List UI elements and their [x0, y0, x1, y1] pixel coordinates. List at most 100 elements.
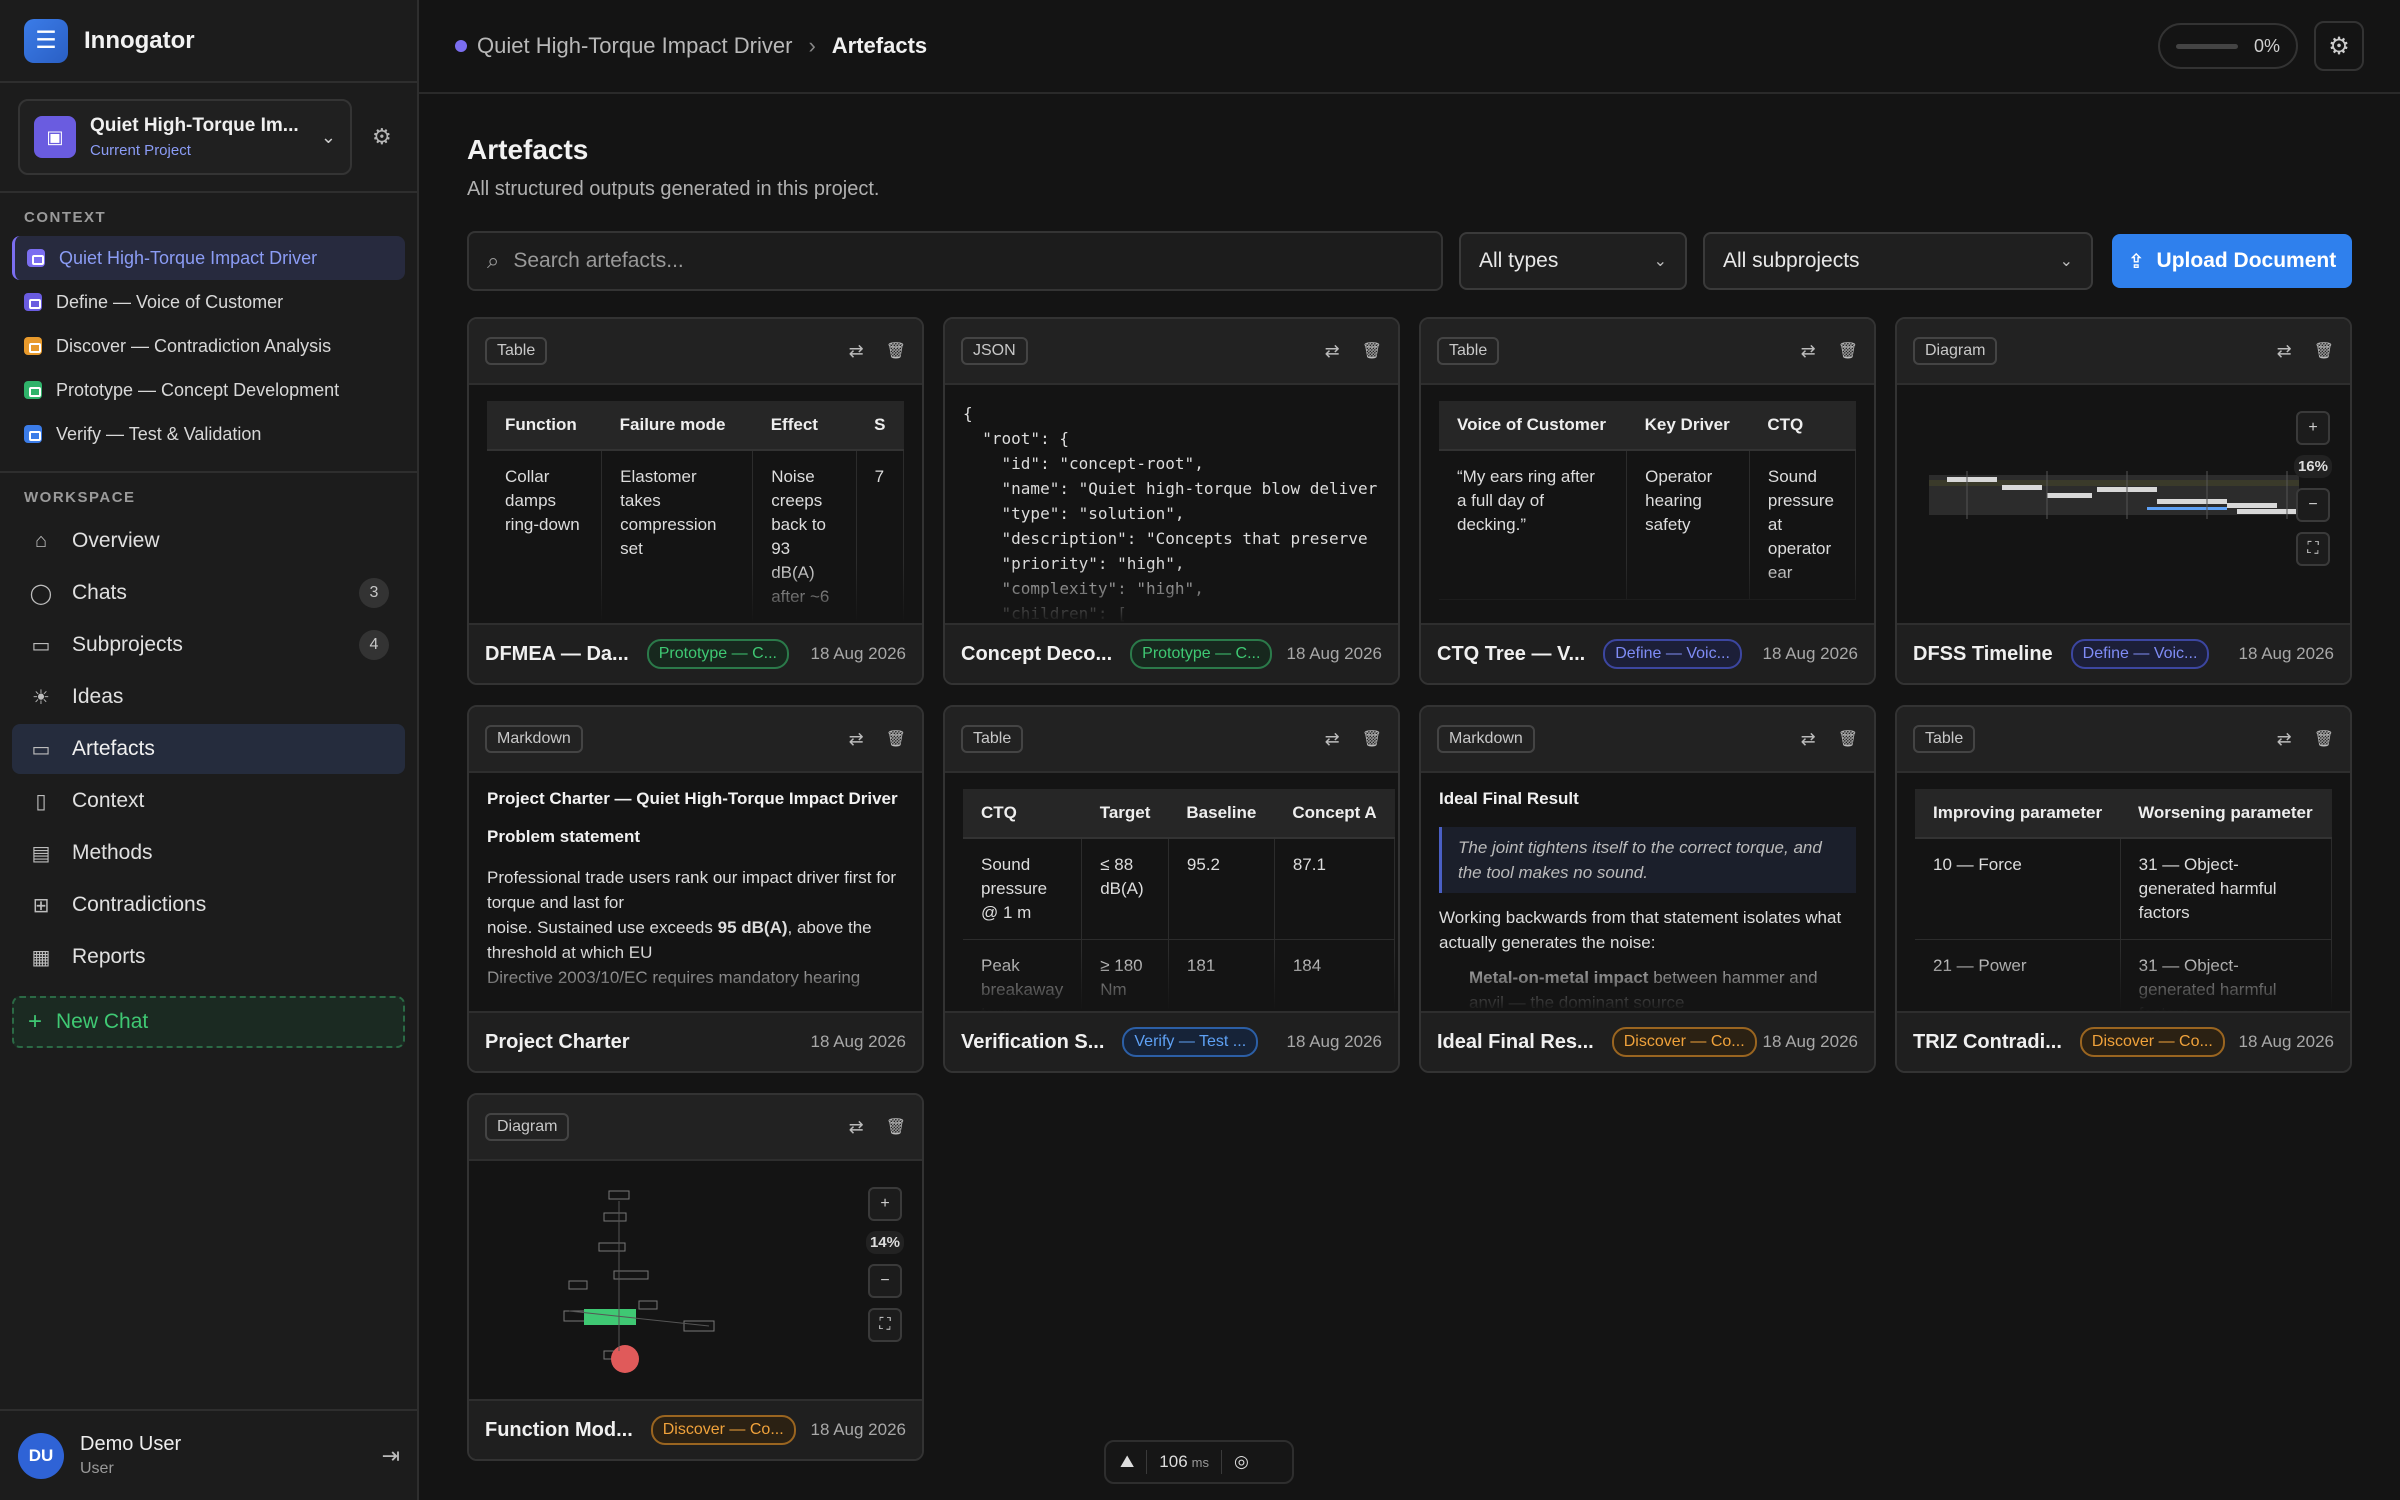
table-cell: 10 — Force	[1915, 838, 2121, 940]
context-item[interactable]: Prototype — Concept Development	[12, 368, 405, 412]
trash-icon[interactable]: 🗑	[1838, 341, 1858, 362]
new-chat-button[interactable]: + New Chat	[12, 996, 405, 1048]
swap-icon[interactable]: ⇄	[2277, 729, 2292, 750]
artefact-card[interactable]: Table ⇄ 🗑 Voice of Customer Key Driver CTQ “My…	[1419, 317, 1876, 685]
swap-icon[interactable]: ⇄	[849, 1117, 864, 1138]
topbar: Quiet High-Torque Impact Driver › Artefa…	[419, 0, 2400, 94]
context-item-label: Prototype — Concept Development	[56, 379, 340, 400]
search-input[interactable]	[513, 249, 1423, 273]
user-panel: DU Demo User User ⇥	[0, 1409, 418, 1500]
avatar[interactable]: DU	[18, 1432, 64, 1479]
swap-icon[interactable]: ⇄	[1325, 729, 1340, 750]
swap-icon[interactable]: ⇄	[1801, 729, 1816, 750]
diagram-shape	[1947, 477, 1997, 482]
context-item[interactable]: Verify — Test & Validation	[12, 412, 405, 456]
swap-icon[interactable]: ⇄	[1801, 341, 1816, 362]
sidebar-item-artefacts[interactable]: ▭ Artefacts	[12, 724, 405, 774]
fit-view-button[interactable]: ⛶	[2295, 532, 2330, 566]
trash-icon[interactable]: 🗑	[886, 341, 906, 362]
upload-icon: ⇪	[2127, 250, 2145, 273]
card-actions: ⇄ 🗑	[1325, 341, 1382, 362]
swap-icon[interactable]: ⇄	[1325, 341, 1340, 362]
sidebar-item-chats[interactable]: ◯ Chats 3	[12, 568, 405, 618]
subproject-chip: Define — Voic...	[1603, 639, 1742, 669]
card-preview: CTQ Target Baseline Concept A Sound pressure…	[945, 773, 1398, 1011]
user-role: User	[80, 1460, 114, 1477]
progress-indicator: 0%	[2158, 23, 2298, 69]
trash-icon[interactable]: 🗑	[886, 729, 906, 750]
card-actions: ⇄ 🗑	[1325, 729, 1382, 750]
swap-icon[interactable]: ⇄	[849, 729, 864, 750]
card-header: Diagram ⇄ 🗑	[469, 1095, 922, 1161]
card-actions: ⇄ 🗑	[849, 729, 906, 750]
artefact-card[interactable]: Markdown ⇄ 🗑 Project Charter — Quiet High-T…	[467, 705, 924, 1073]
fit-view-button[interactable]: ⛶	[867, 1308, 902, 1342]
sidebar-item-label: Methods	[72, 841, 153, 864]
trash-icon[interactable]: 🗑	[886, 1117, 906, 1138]
framework-logo-icon[interactable]: ⛰	[1120, 1452, 1134, 1472]
breadcrumb-project[interactable]: Quiet High-Torque Impact Driver	[477, 33, 792, 59]
subproject-select[interactable]: All subprojects ⌄	[1703, 232, 2093, 290]
swap-icon[interactable]: ⇄	[2277, 341, 2292, 362]
card-preview: { "root": { "id": "concept-root", "name"…	[945, 385, 1398, 623]
diagram-thumbnail	[1929, 471, 2299, 519]
artefact-grid: Table ⇄ 🗑 Function Failure mode Effect S Collar…	[467, 317, 2352, 1461]
type-select[interactable]: All types ⌄	[1459, 232, 1687, 290]
artefact-card[interactable]: Table ⇄ 🗑 Function Failure mode Effect S Collar…	[467, 317, 924, 685]
sidebar-item-ideas[interactable]: ☀ Ideas	[12, 672, 405, 722]
project-switcher-area: ▣ Quiet High-Torque Im... Current Projec…	[0, 83, 417, 193]
card-header: Table ⇄ 🗑	[469, 319, 922, 385]
zoom-out-button[interactable]: −	[2295, 488, 2330, 522]
zoom-in-button[interactable]: +	[2295, 411, 2330, 445]
trash-icon[interactable]: 🗑	[1838, 729, 1858, 750]
table-header: Concept A	[1274, 789, 1395, 839]
trash-icon[interactable]: 🗑	[1362, 729, 1382, 750]
sidebar-item-overview[interactable]: ⌂ Overview	[12, 516, 405, 566]
sidebar-item-methods[interactable]: ▤ Methods	[12, 828, 405, 878]
card-date: 18 Aug 2026	[810, 1420, 906, 1439]
context-item[interactable]: Discover — Contradiction Analysis	[12, 324, 405, 368]
lock-icon	[27, 249, 45, 267]
settings-button[interactable]: ⚙	[2314, 21, 2364, 71]
context-item[interactable]: Define — Voice of Customer	[12, 280, 405, 324]
artefact-card[interactable]: Table ⇄ 🗑 Improving parameter Worsening para…	[1895, 705, 2352, 1073]
zoom-out-button[interactable]: −	[867, 1264, 902, 1298]
sidebar-item-subprojects[interactable]: ▭ Subprojects 4	[12, 620, 405, 670]
chevron-down-icon: ⌄	[320, 126, 336, 147]
artefact-card[interactable]: Table ⇄ 🗑 CTQ Target Baseline Concept A Sound p…	[943, 705, 1400, 1073]
diagram-thumbnail	[563, 1190, 715, 1373]
filter-bar: ⌕ All types ⌄ All subprojects ⌄ ⇪ Upload…	[467, 231, 2352, 291]
zoom-in-button[interactable]: +	[867, 1187, 902, 1221]
trash-icon[interactable]: 🗑	[2314, 729, 2334, 750]
sidebar-item-contradictions[interactable]: ⊞ Contradictions	[12, 880, 405, 930]
target-icon[interactable]: ◎	[1234, 1452, 1249, 1472]
trash-icon[interactable]: 🗑	[2314, 341, 2334, 362]
sidebar-item-reports[interactable]: ▦ Reports	[12, 932, 405, 982]
card-date: 18 Aug 2026	[1286, 1032, 1382, 1051]
context-item[interactable]: Quiet High-Torque Impact Driver	[12, 236, 405, 280]
trash-icon[interactable]: 🗑	[1362, 341, 1382, 362]
card-footer: CTQ Tree — V... Define — Voic... 18 Aug 20…	[1421, 623, 1874, 683]
artefact-card[interactable]: Diagram ⇄ 🗑 +14% − ⛶ Function Mod... Discover —…	[467, 1093, 924, 1461]
subproject-chip: Discover — Co...	[2079, 1027, 2225, 1057]
subproject-chip: Discover — Co...	[650, 1415, 796, 1445]
project-switcher[interactable]: ▣ Quiet High-Torque Im... Current Projec…	[18, 99, 352, 175]
diagram-shape	[683, 1320, 715, 1332]
diagram-shape	[603, 1212, 627, 1222]
artefact-card[interactable]: JSON ⇄ 🗑{ "root": { "id": "concept-root", …	[943, 317, 1400, 685]
type-tag: Table	[1913, 725, 1976, 753]
diagram-shape	[2002, 485, 2042, 490]
subproject-select-value: All subprojects	[1723, 249, 1860, 272]
project-settings-gear-icon[interactable]: ⚙	[372, 124, 392, 150]
artefact-card[interactable]: Markdown ⇄ 🗑 Ideal Final Result The joint ti…	[1419, 705, 1876, 1073]
swap-icon[interactable]: ⇄	[849, 341, 864, 362]
upload-document-button[interactable]: ⇪ Upload Document	[2112, 234, 2352, 288]
diagram-shape	[2157, 499, 2227, 504]
card-footer: Verification S... Verify — Test ... 18 Aug…	[945, 1011, 1398, 1071]
artefact-card[interactable]: Diagram ⇄ 🗑 +16% − ⛶ DFSS Timeline Define — Voi…	[1895, 317, 2352, 685]
progress-text: 0%	[2253, 35, 2280, 56]
card-date: 18 Aug 2026	[1762, 644, 1858, 663]
type-tag: Diagram	[485, 1113, 570, 1141]
logout-icon[interactable]: ⇥	[382, 1443, 400, 1469]
sidebar-item-context[interactable]: ▯ Context	[12, 776, 405, 826]
